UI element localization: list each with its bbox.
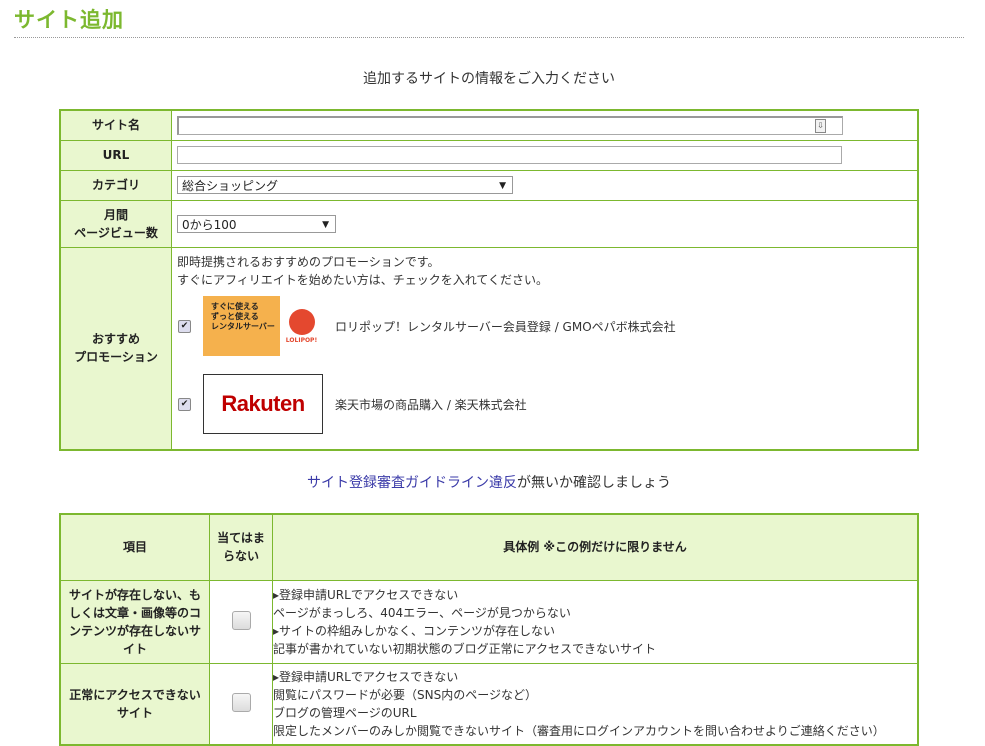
lolipop-logo-icon xyxy=(288,308,315,335)
promotion-intro: 即時提携されるおすすめのプロモーションです。 すぐにアフィリエイトを始めたい方は… xyxy=(177,253,912,289)
rakuten-banner-image: Rakuten xyxy=(203,374,323,434)
url-cell xyxy=(171,139,919,171)
site-name-cell: ⇩ xyxy=(171,109,919,141)
row-item-label: 正常にアクセスできないサイト xyxy=(59,662,210,746)
promotion-cell: 即時提携されるおすすめのプロモーションです。 すぐにアフィリエイトを始めたい方は… xyxy=(171,246,919,451)
not-applicable-checkbox[interactable] xyxy=(231,692,251,712)
category-select[interactable]: 総合ショッピング ▼ xyxy=(177,176,513,194)
row-checkbox-cell xyxy=(209,662,273,746)
not-applicable-checkbox[interactable] xyxy=(231,610,251,630)
promotion-intro-line1: 即時提携されるおすすめのプロモーションです。 xyxy=(177,254,440,269)
url-label: URL xyxy=(59,139,172,171)
category-label: カテゴリ xyxy=(59,169,172,201)
pageview-select[interactable]: 0から100 ▼ xyxy=(177,214,336,233)
promotion-label-rakuten: 楽天市場の商品購入 / 楽天株式会社 xyxy=(335,397,527,412)
guideline-rest-text: が無いか確認しましょう xyxy=(517,475,671,491)
row-item-label: サイトが存在しない、もしくは文章・画像等のコンテンツが存在しないサイト xyxy=(59,579,210,664)
title-divider xyxy=(14,37,964,38)
rakuten-logo: Rakuten xyxy=(221,391,305,416)
guideline-notice: サイト登録審査ガイドライン違反が無いか確認しましょう xyxy=(0,472,978,492)
row-examples: ▸登録申請URLでアクセスできない ページがまっしろ、404エラー、ページが見つ… xyxy=(272,579,919,664)
column-header-example: 具体例 ※この例だけに限りません xyxy=(272,513,919,581)
promotion-label: おすすめ プロモーション xyxy=(59,246,172,451)
site-name-label: サイト名 xyxy=(59,109,172,141)
guideline-link[interactable]: サイト登録審査ガイドライン違反 xyxy=(307,475,517,491)
promotion-item: ✔ Rakuten 楽天市場の商品購入 / 楽天株式会社 xyxy=(177,374,912,435)
intro-text: 追加するサイトの情報をご入力ください xyxy=(363,71,615,87)
lolipop-banner-image: すぐに使える ずっと使える レンタルサーバー LOLIPOP! xyxy=(203,296,323,356)
promotion-checkbox-lolipop[interactable]: ✔ xyxy=(178,319,191,333)
lolipop-logo: LOLIPOP! xyxy=(280,296,323,356)
pageview-value: 0から100 xyxy=(182,217,237,232)
promotion-label-lolipop: ロリポップ！レンタルサーバー会員登録 / GMOペパボ株式会社 xyxy=(335,319,676,334)
site-form-table: サイト名 ⇩ URL カテゴリ 総合ショッピング ▼ 月間 ページビュー数 0か… xyxy=(59,109,919,451)
pageview-label-line2: ページビュー数 xyxy=(74,225,158,240)
promotion-label-line2: プロモーション xyxy=(74,350,158,365)
category-cell: 総合ショッピング ▼ xyxy=(171,169,919,201)
url-input[interactable] xyxy=(177,146,842,164)
row-examples: ▸登録申請URLでアクセスできない 閲覧にパスワードが必要（SNS内のページなど… xyxy=(272,662,919,746)
guideline-check-table: 項目 当てはまらない 具体例 ※この例だけに限りません サイトが存在しない、もし… xyxy=(59,513,919,746)
site-name-input[interactable]: ⇩ xyxy=(177,115,843,135)
pageview-label: 月間 ページビュー数 xyxy=(59,199,172,248)
pageview-cell: 0から100 ▼ xyxy=(171,199,919,248)
chevron-down-icon: ▼ xyxy=(322,219,329,230)
promotion-checkbox-rakuten[interactable]: ✔ xyxy=(178,397,191,411)
table-row: 正常にアクセスできないサイト ▸登録申請URLでアクセスできない 閲覧にパスワー… xyxy=(59,662,919,746)
promotion-item: ✔ すぐに使える ずっと使える レンタルサーバー LOLIPOP! ロリポップ！… xyxy=(177,296,912,357)
row-checkbox-cell xyxy=(209,579,273,664)
promotion-label-line1: おすすめ xyxy=(91,332,140,347)
pageview-label-line1: 月間 xyxy=(103,207,128,222)
column-header-not-applicable: 当てはまらない xyxy=(209,513,273,581)
promotion-intro-line2: すぐにアフィリエイトを始めたい方は、チェックを入れてください。 xyxy=(177,272,549,287)
column-header-item: 項目 xyxy=(59,513,210,581)
chevron-down-icon: ▼ xyxy=(499,181,506,191)
autofill-key-icon[interactable]: ⇩ xyxy=(815,118,826,133)
table-row: サイトが存在しない、もしくは文章・画像等のコンテンツが存在しないサイト ▸登録申… xyxy=(59,579,919,664)
page-title: サイト追加 xyxy=(14,8,124,32)
category-value: 総合ショッピング xyxy=(182,179,279,193)
lolipop-banner-text: すぐに使える ずっと使える レンタルサーバー xyxy=(203,296,280,356)
